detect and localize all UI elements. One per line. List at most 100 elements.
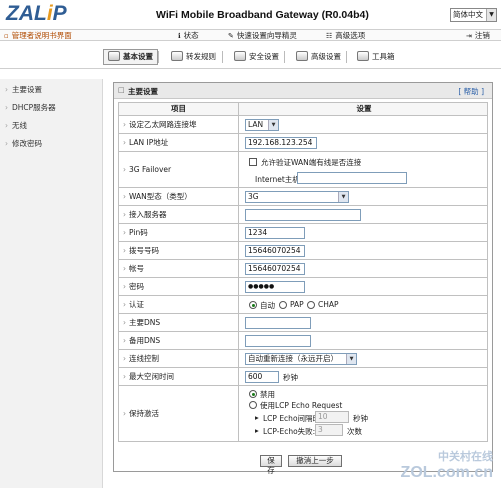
chevron-down-icon: ▼: [346, 354, 356, 364]
basic-settings-icon: [108, 51, 120, 61]
auth-pap-label: PAP: [290, 300, 304, 309]
tab-label: 高级设置: [311, 52, 341, 61]
table-row: Pin码 1234: [118, 224, 488, 242]
quick-wizard-link[interactable]: ✎ 快速设置向导精灵: [228, 31, 297, 41]
advanced-options-link[interactable]: ☷ 高级选项: [326, 31, 365, 41]
secondary-dns-input[interactable]: [245, 335, 311, 347]
lcp-interval-input[interactable]: 10: [315, 411, 349, 423]
wan-type-select[interactable]: 3G ▼: [245, 191, 349, 203]
sidebar-item-label: 无线: [12, 121, 27, 130]
sidebar-item-label: 主要设置: [12, 85, 42, 94]
table-header: 项目 设置: [118, 102, 488, 116]
wan-ethernet-label: 设定乙太网路连接埠: [119, 116, 239, 133]
tab-advanced-settings[interactable]: 高级设置: [291, 49, 346, 65]
tab-forwarding-rules[interactable]: 转发规则: [166, 49, 221, 65]
connection-control-label: 连线控制: [119, 350, 239, 367]
dial-number-input[interactable]: 15646070254: [245, 245, 305, 257]
column-header-setting: 设置: [356, 104, 372, 113]
chevron-down-icon: ▼: [338, 192, 348, 202]
info-icon: ℹ: [178, 32, 181, 40]
dial-number-label: 拨号号码: [119, 242, 239, 259]
table-row: 设定乙太网路连接埠 LAN ▼: [118, 116, 488, 134]
logout-link[interactable]: ⇥ 注销: [466, 31, 490, 41]
top-menu-bar: ▫ 管理者说明书界面 ℹ 状态 ✎ 快速设置向导精灵 ☷ 高级选项 ⇥ 注销: [0, 29, 501, 41]
language-value: 简体中文: [453, 10, 483, 19]
help-link[interactable]: [ 帮助 ]: [458, 86, 484, 97]
keepalive-lcp-radio[interactable]: [249, 401, 257, 409]
apn-input[interactable]: [245, 209, 361, 221]
password-input[interactable]: ●●●●●: [245, 281, 305, 293]
table-row: 3G Failover 允许验证WAN端有线是否连接 Internet主机:: [118, 152, 488, 188]
tab-basic-settings[interactable]: 基本设置: [103, 49, 158, 65]
wan-ethernet-value: LAN: [248, 120, 264, 129]
pin-label: Pin码: [119, 224, 239, 241]
header: ZALiP WiFi Mobile Broadband Gateway (R0.…: [0, 0, 501, 28]
main-tab-toolbar: 基本设置 转发规则 安全设置 高级设置 工具箱: [0, 43, 501, 69]
language-select[interactable]: 简体中文 ▼: [450, 8, 497, 22]
panel-header: 主要设置 [ 帮助 ]: [114, 83, 492, 99]
auth-pap-radio[interactable]: [279, 301, 287, 309]
auth-auto-label: 自动: [260, 301, 275, 310]
keepalive-lcp-label: 使用LCP Echo Request: [260, 401, 343, 410]
auth-label: 认证: [119, 296, 239, 313]
sidebar-item-dhcp-server[interactable]: DHCP服务器: [0, 99, 103, 117]
brand-logo: ZALiP: [6, 2, 67, 26]
status-link[interactable]: ℹ 状态: [178, 31, 199, 41]
tab-toolbox[interactable]: 工具箱: [352, 49, 400, 65]
account-input[interactable]: 15646070254: [245, 263, 305, 275]
divider: [284, 51, 285, 63]
apn-label: 接入服务器: [119, 206, 239, 223]
logout-icon: ⇥: [466, 32, 472, 40]
security-icon: [234, 51, 246, 61]
admin-manual-label: 管理者说明书界面: [11, 31, 72, 40]
arrow-right-icon: ▸: [255, 413, 259, 422]
table-row: LAN IP地址 192.168.123.254: [118, 134, 488, 152]
tab-label: 基本设置: [123, 52, 153, 61]
table-row: 密码 ●●●●●: [118, 278, 488, 296]
keep-alive-label: 保持激活: [119, 386, 239, 441]
max-idle-unit: 秒钟: [283, 373, 298, 382]
lan-ip-input[interactable]: 192.168.123.254: [245, 137, 317, 149]
divider: [158, 51, 159, 63]
auth-chap-radio[interactable]: [307, 301, 315, 309]
sidebar-item-change-password[interactable]: 修改密码: [0, 135, 103, 153]
chevron-down-icon: ▼: [486, 9, 496, 21]
connection-control-select[interactable]: 自动重新连接（永远开启） ▼: [245, 353, 357, 365]
watermark-line-1: 中关村在线: [438, 450, 493, 463]
lcp-interval-unit: 秒钟: [353, 414, 368, 423]
status-label: 状态: [183, 31, 199, 40]
bullet-icon: ▫: [4, 32, 9, 40]
undo-button[interactable]: 撤消上一步: [288, 455, 342, 467]
wan-type-label: WAN型态（类型）: [119, 188, 239, 205]
lcp-fail-input[interactable]: 3: [315, 424, 343, 436]
sidebar: 主要设置 DHCP服务器 无线 修改密码: [0, 79, 103, 488]
tab-security-settings[interactable]: 安全设置: [229, 49, 284, 65]
keepalive-disable-radio[interactable]: [249, 390, 257, 398]
arrow-right-icon: ▸: [255, 426, 259, 435]
save-button[interactable]: 保存: [260, 455, 282, 475]
max-idle-input[interactable]: 600: [245, 371, 279, 383]
wan-ethernet-select[interactable]: LAN ▼: [245, 119, 279, 131]
pin-input[interactable]: 1234: [245, 227, 305, 239]
sidebar-item-wireless[interactable]: 无线: [0, 117, 103, 135]
advanced-options-label: 高级选项: [335, 31, 366, 40]
options-icon: ☷: [326, 32, 333, 40]
table-row: 帐号 15646070254: [118, 260, 488, 278]
keepalive-disable-label: 禁用: [260, 390, 275, 399]
account-label: 帐号: [119, 260, 239, 277]
internet-host-input[interactable]: [297, 172, 407, 184]
table-row: 主要DNS: [118, 314, 488, 332]
logout-label: 注销: [474, 31, 490, 40]
auth-auto-radio[interactable]: [249, 301, 257, 309]
sidebar-item-main-settings[interactable]: 主要设置: [0, 81, 103, 99]
admin-manual-link[interactable]: ▫ 管理者说明书界面: [4, 31, 72, 41]
divider: [222, 51, 223, 63]
chevron-down-icon: ▼: [268, 120, 278, 130]
panel-title: 主要设置: [118, 86, 158, 97]
primary-dns-input[interactable]: [245, 317, 311, 329]
table-row: 认证 自动 PAP CHAP: [118, 296, 488, 314]
internet-host-label: Internet主机:: [255, 175, 303, 184]
table-row: 接入服务器: [118, 206, 488, 224]
toolbox-icon: [357, 51, 369, 61]
failover-checkbox[interactable]: [249, 158, 257, 166]
